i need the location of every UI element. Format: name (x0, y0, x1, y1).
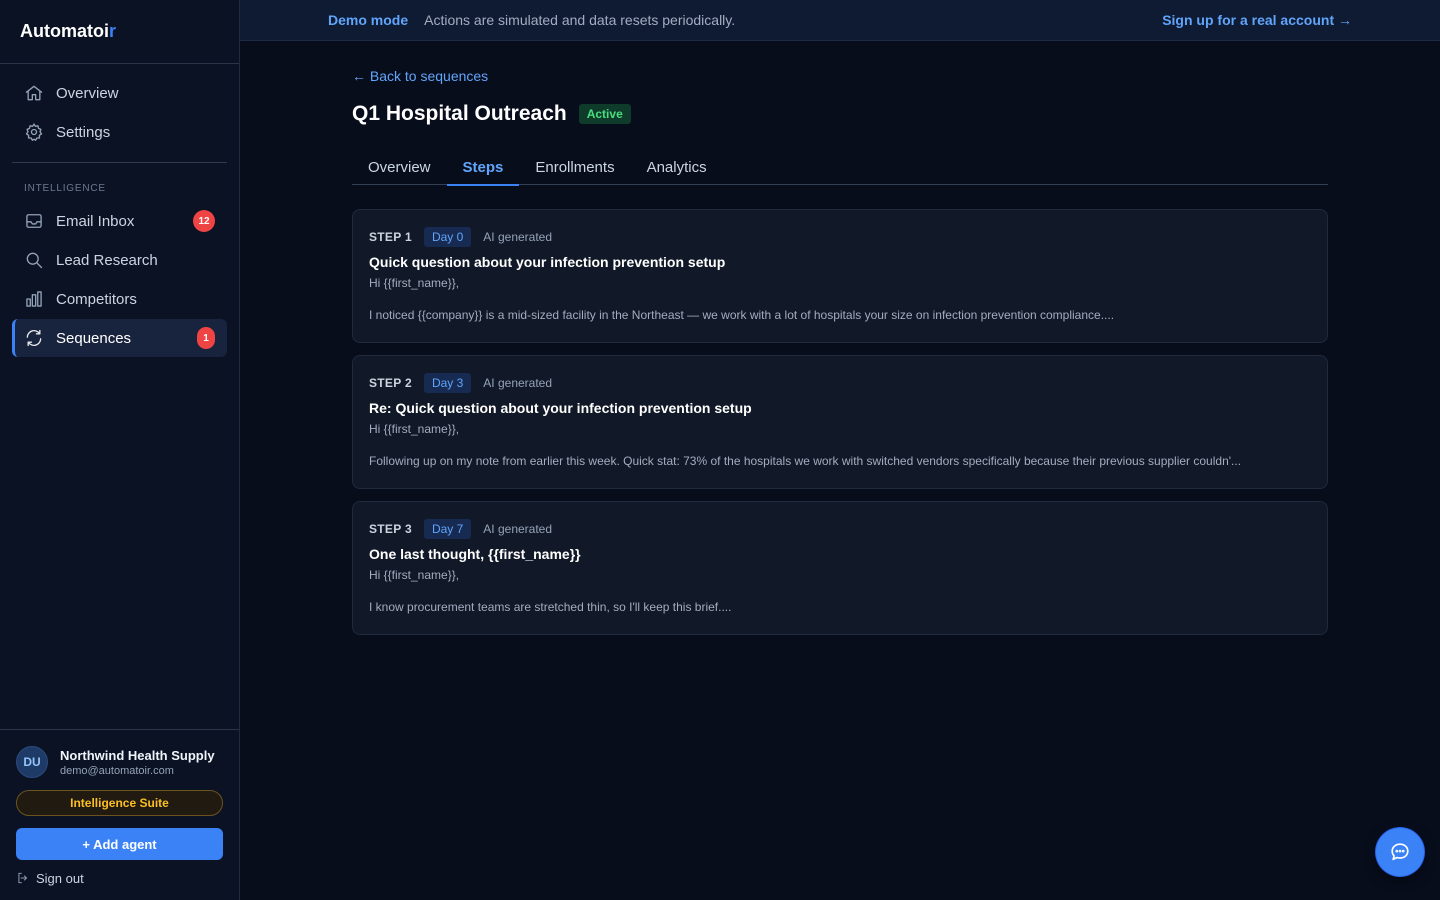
step-body-preview: I noticed {{company}} is a mid-sized fac… (369, 308, 1115, 322)
step-card[interactable]: STEP 1 Day 0 AI generated Quick question… (352, 209, 1328, 343)
brand-logo[interactable]: Automatoi r (0, 0, 239, 64)
plan-badge[interactable]: Intelligence Suite (16, 790, 223, 816)
sidebar-item-label: Overview (56, 84, 119, 102)
home-icon (24, 83, 44, 103)
step-card[interactable]: STEP 2 Day 3 AI generated Re: Quick ques… (352, 355, 1328, 489)
title-row: Q1 Hospital Outreach Active (352, 98, 1328, 130)
status-badge: Active (578, 104, 631, 124)
add-agent-button[interactable]: + Add agent (16, 828, 223, 860)
signup-link[interactable]: Sign up for a real account → (1162, 12, 1352, 28)
nav-divider (12, 162, 227, 163)
step-subject: One last thought, {{first_name}} (369, 546, 581, 562)
main-content: ← Back to sequences Q1 Hospital Outreach… (352, 41, 1328, 647)
sidebar-item-competitors[interactable]: Competitors (12, 280, 227, 318)
sidebar-item-label: Lead Research (56, 251, 158, 269)
gear-icon (24, 122, 44, 142)
chat-bubble-icon (1391, 843, 1409, 861)
unread-count-badge: 12 (193, 210, 215, 232)
sidebar-footer: DU Northwind Health Supply demo@automato… (0, 729, 239, 900)
user-email: demo@automatoir.com (60, 764, 174, 777)
search-icon (24, 250, 44, 270)
sign-out-icon (18, 872, 28, 884)
demo-banner: Demo mode Actions are simulated and data… (240, 0, 1440, 41)
bar-chart-icon (24, 289, 44, 309)
sidebar-item-lead-research[interactable]: Lead Research (12, 241, 227, 279)
tab-enrollments[interactable]: Enrollments (519, 149, 630, 185)
brand-name: Automatoi (20, 21, 109, 41)
tab-steps[interactable]: Steps (446, 149, 520, 186)
back-to-sequences-link[interactable]: ← Back to sequences (352, 68, 1328, 86)
ai-generated-tag: AI generated (483, 230, 553, 244)
sidebar-nav: Overview Settings INTELLIGENCE Email Inb… (0, 64, 239, 357)
step-day-badge: Day 7 (423, 519, 472, 539)
brand-name-accent: r (109, 21, 117, 41)
ai-generated-tag: AI generated (483, 522, 553, 536)
nav-section-label: INTELLIGENCE (24, 183, 106, 194)
inbox-icon (24, 211, 44, 231)
demo-mode-message: Actions are simulated and data resets pe… (424, 12, 736, 28)
step-greeting: Hi {{first_name}}, (369, 276, 460, 290)
sidebar: Automatoi r Overview Settings INTELLIGENC… (0, 0, 240, 900)
tab-bar: Overview Steps Enrollments Analytics (352, 149, 1328, 186)
sidebar-item-label: Competitors (56, 290, 137, 308)
tab-analytics[interactable]: Analytics (631, 149, 723, 185)
user-profile[interactable]: DU Northwind Health Supply demo@automato… (16, 746, 223, 778)
step-day-badge: Day 0 (423, 227, 472, 247)
step-number: STEP 3 (369, 522, 412, 536)
step-day-badge: Day 3 (423, 373, 472, 393)
step-body-preview: I know procurement teams are stretched t… (369, 600, 732, 614)
sign-out-label: Sign out (36, 870, 84, 886)
sidebar-item-label: Email Inbox (56, 212, 135, 230)
step-subject: Quick question about your infection prev… (369, 254, 726, 270)
tab-overview[interactable]: Overview (352, 149, 447, 185)
step-greeting: Hi {{first_name}}, (369, 568, 460, 582)
steps-list: STEP 1 Day 0 AI generated Quick question… (352, 209, 1328, 635)
sidebar-item-sequences[interactable]: Sequences 1 (12, 319, 227, 357)
refresh-icon (24, 328, 44, 348)
demo-mode-label: Demo mode (328, 12, 409, 28)
sidebar-item-settings[interactable]: Settings (12, 113, 227, 151)
step-greeting: Hi {{first_name}}, (369, 422, 460, 436)
ai-generated-tag: AI generated (483, 376, 553, 390)
step-body-preview: Following up on my note from earlier thi… (369, 454, 1242, 468)
sidebar-item-email-inbox[interactable]: Email Inbox 12 (12, 202, 227, 240)
step-card[interactable]: STEP 3 Day 7 AI generated One last thoug… (352, 501, 1328, 635)
step-number: STEP 2 (369, 376, 412, 390)
sidebar-item-label: Sequences (56, 329, 132, 347)
avatar: DU (16, 746, 48, 778)
chat-button[interactable] (1376, 828, 1424, 876)
page-title: Q1 Hospital Outreach (352, 102, 567, 125)
sidebar-item-overview[interactable]: Overview (12, 74, 227, 112)
sequence-count-badge: 1 (197, 327, 215, 349)
step-subject: Re: Quick question about your infection … (369, 400, 752, 416)
user-name: Northwind Health Supply (60, 747, 215, 763)
step-number: STEP 1 (369, 230, 412, 244)
sign-out-link[interactable]: Sign out (16, 868, 223, 888)
sidebar-item-label: Settings (56, 123, 111, 141)
